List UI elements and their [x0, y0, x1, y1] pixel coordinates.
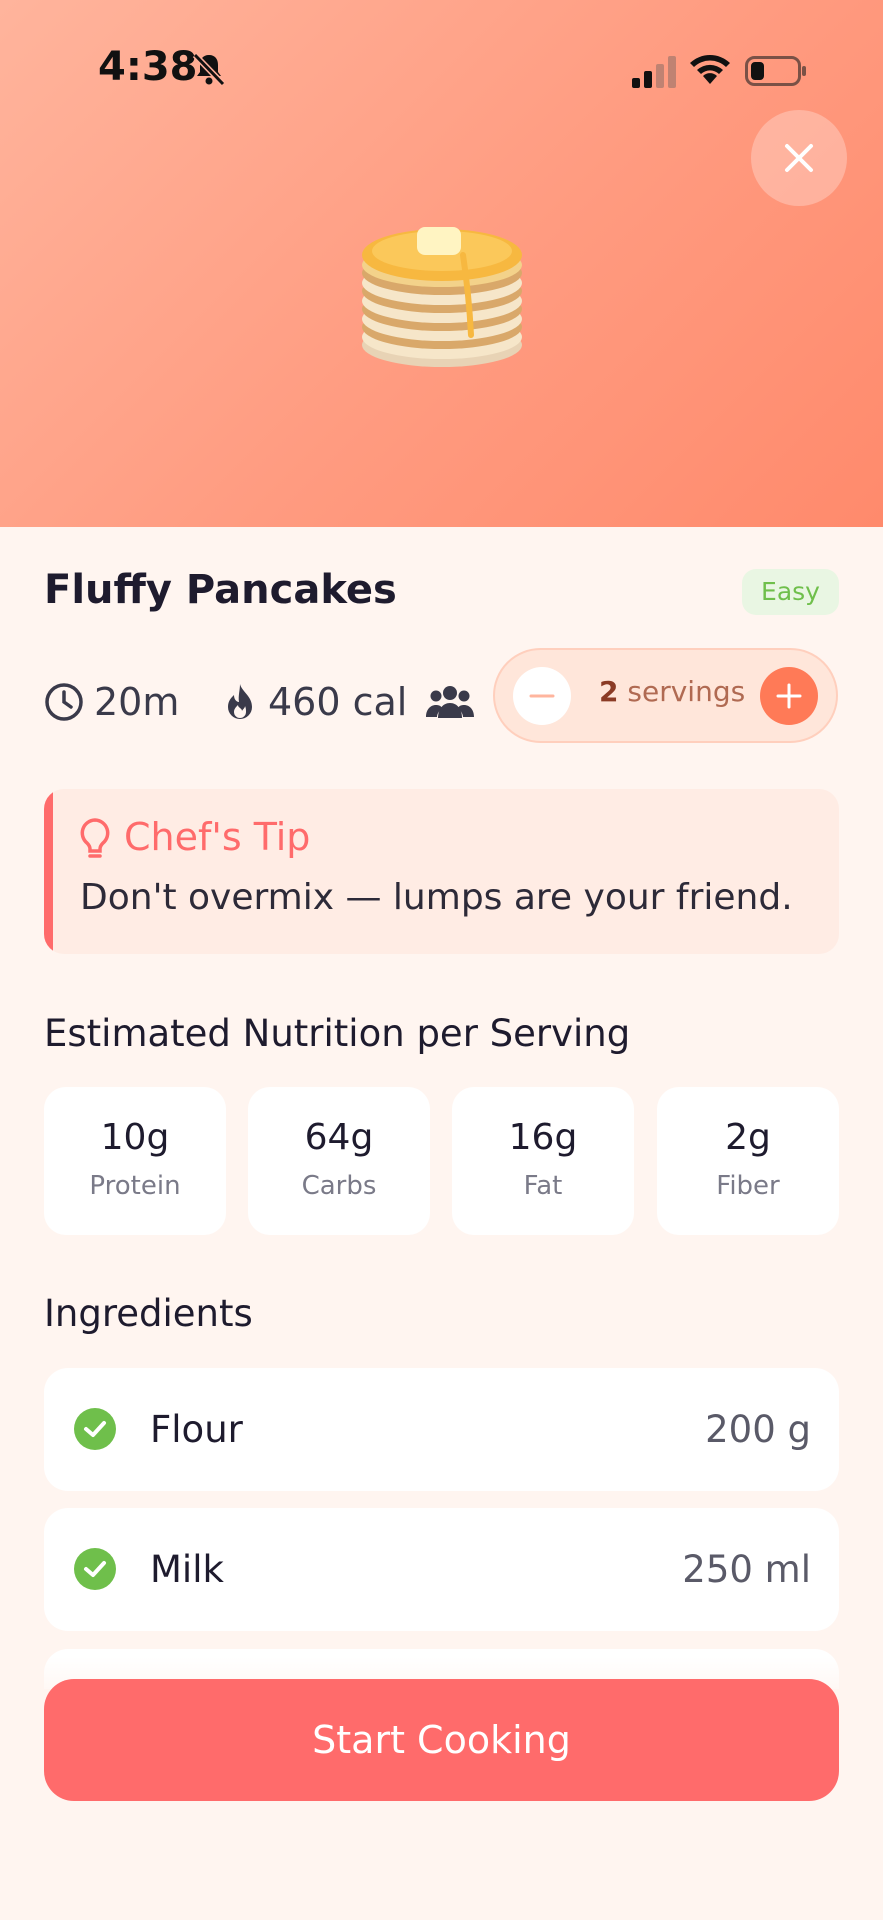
- nutrition-title: Estimated Nutrition per Serving: [44, 1012, 631, 1055]
- nutrition-value: 16g: [508, 1117, 578, 1158]
- chef-tip-card: Chef's Tip Don't overmix — lumps are you…: [44, 789, 839, 954]
- close-button[interactable]: [751, 110, 847, 206]
- ingredient-amount: 250 ml: [682, 1548, 811, 1591]
- close-icon: [785, 144, 813, 172]
- status-bar: 4:38: [0, 0, 883, 140]
- servings-count: 2: [599, 675, 619, 708]
- lightbulb-icon: [80, 818, 110, 858]
- plus-icon: [776, 683, 802, 709]
- ingredient-name: Flour: [150, 1408, 243, 1451]
- minus-icon: [529, 694, 555, 698]
- nutrition-label: Fiber: [716, 1171, 780, 1201]
- people-icon: [426, 686, 474, 718]
- ingredients-title: Ingredients: [44, 1292, 253, 1335]
- servings-stepper: 2 servings: [493, 648, 838, 743]
- check-circle-icon[interactable]: [74, 1548, 116, 1590]
- servings-label: servings: [627, 675, 746, 708]
- nutrition-card-fat: 16g Fat: [452, 1087, 634, 1235]
- nutrition-label: Fat: [523, 1171, 563, 1201]
- servings-value: 2 servings: [599, 675, 745, 708]
- pancakes-icon: [362, 227, 522, 367]
- clock-icon: [45, 683, 83, 721]
- battery-icon: [745, 56, 806, 86]
- difficulty-badge: Easy: [742, 569, 839, 615]
- tip-text: Don't overmix — lumps are your friend.: [80, 877, 793, 918]
- tip-accent-bar: [44, 789, 53, 954]
- nutrition-card-protein: 10g Protein: [44, 1087, 226, 1235]
- ingredient-name: Milk: [150, 1548, 224, 1591]
- bell-slash-icon: [192, 52, 226, 87]
- flame-icon: [228, 684, 252, 719]
- calories-meta: 460 cal: [222, 667, 407, 737]
- wifi-icon: [690, 55, 730, 84]
- nutrition-label: Carbs: [301, 1171, 377, 1201]
- signal-icon: [632, 56, 676, 88]
- nutrition-value: 64g: [304, 1117, 374, 1158]
- start-cooking-button[interactable]: Start Cooking: [44, 1679, 839, 1801]
- nutrition-card-fiber: 2g Fiber: [657, 1087, 839, 1235]
- nutrition-card-carbs: 64g Carbs: [248, 1087, 430, 1235]
- increase-servings-button[interactable]: [760, 667, 818, 725]
- nutrition-label: Protein: [89, 1171, 181, 1201]
- recipe-time: 20m: [94, 680, 180, 724]
- ingredient-row[interactable]: Flour 200 g: [44, 1368, 839, 1491]
- recipe-hero: 4:38: [0, 0, 883, 527]
- decrease-servings-button[interactable]: [513, 667, 571, 725]
- time-meta: 20m: [44, 667, 179, 737]
- check-circle-icon[interactable]: [74, 1408, 116, 1450]
- recipe-content: Fluffy Pancakes Easy 20m 460 cal 2 servi…: [0, 527, 883, 1920]
- status-time: 4:38: [98, 44, 198, 90]
- tip-title: Chef's Tip: [124, 815, 311, 859]
- people-meta: [426, 667, 484, 737]
- nutrition-value: 2g: [725, 1117, 771, 1158]
- recipe-calories: 460 cal: [268, 680, 408, 724]
- ingredient-amount: 200 g: [705, 1408, 811, 1451]
- nutrition-value: 10g: [100, 1117, 170, 1158]
- ingredient-row[interactable]: Milk 250 ml: [44, 1508, 839, 1631]
- recipe-title: Fluffy Pancakes: [44, 567, 397, 613]
